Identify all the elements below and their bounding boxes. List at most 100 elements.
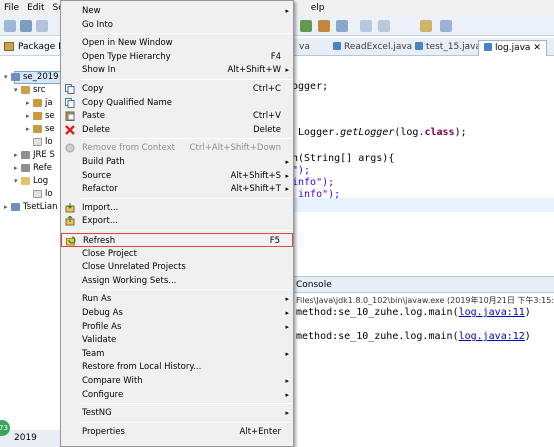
collapsed-arrow-icon[interactable]: ▸ <box>14 151 21 159</box>
menu-item-refactor[interactable]: Refactor Alt+Shift+T ▸ <box>61 182 293 196</box>
close-icon[interactable]: ✕ <box>533 43 541 53</box>
menu-item-close-project[interactable]: Close Project <box>61 247 293 261</box>
menu-item-label: Import... <box>82 202 119 213</box>
menu-item-debug-as[interactable]: Debug As ▸ <box>61 306 293 320</box>
menu-item-copy[interactable]: Copy Ctrl+C <box>61 82 293 96</box>
tree-item-src[interactable]: ▾ src <box>14 85 45 95</box>
menu-item-label: Export... <box>82 216 118 227</box>
menu-file[interactable]: File <box>0 3 23 13</box>
menu-edit[interactable]: Edit <box>23 3 48 13</box>
folder-icon <box>21 176 30 185</box>
menu-item-go-into[interactable]: Go Into <box>61 18 293 32</box>
menu-item-label: Go Into <box>82 19 113 30</box>
editor-tab-active[interactable]: log.java ✕ <box>478 40 547 56</box>
submenu-arrow-icon: ▸ <box>285 409 289 418</box>
menu-separator <box>81 138 291 140</box>
collapsed-arrow-icon[interactable]: ▸ <box>26 99 33 107</box>
menu-item-open-in-new-window[interactable]: Open in New Window <box>61 36 293 50</box>
menu-item-configure[interactable]: Configure ▸ <box>61 388 293 402</box>
menu-help[interactable]: elp <box>307 3 329 13</box>
menu-item-testng[interactable]: TestNG ▸ <box>61 406 293 420</box>
code-line: Logger.getLogger(log.class); <box>292 127 467 138</box>
tree-item-project[interactable]: ▾ se_2019 <box>4 72 59 82</box>
code-line: "); <box>292 165 311 176</box>
menu-item-shortcut: Ctrl+Alt+Shift+Down <box>189 143 281 154</box>
save-all-icon[interactable] <box>36 20 48 32</box>
run-icon[interactable] <box>300 20 312 32</box>
current-line-highlight <box>292 198 554 212</box>
tree-item-package[interactable]: ▸ se <box>26 124 55 134</box>
menu-item-open-type-hierarchy[interactable]: Open Type Hierarchy F4 <box>61 50 293 64</box>
menu-item-team[interactable]: Team ▸ <box>61 347 293 361</box>
perspective-icon[interactable] <box>420 20 432 32</box>
menu-item-delete[interactable]: Delete Delete <box>61 123 293 137</box>
new-icon[interactable] <box>4 20 16 32</box>
collapsed-arrow-icon[interactable]: ▸ <box>14 164 21 172</box>
menu-item-shortcut: Ctrl+V <box>252 111 281 122</box>
console-link[interactable]: log.java:12 <box>459 331 525 342</box>
menu-item-label: Source <box>82 170 112 181</box>
expanded-arrow-icon[interactable]: ▾ <box>14 86 21 94</box>
tree-item-file[interactable]: lo <box>26 137 53 147</box>
menu-item-label: Refactor <box>82 184 118 195</box>
search-icon[interactable] <box>336 20 348 32</box>
menu-item-import[interactable]: Import... <box>61 201 293 215</box>
menu-item-export[interactable]: Export... <box>61 214 293 228</box>
submenu-arrow-icon: ▸ <box>285 158 289 166</box>
tree-item-file[interactable]: lo <box>26 189 53 199</box>
editor-tab[interactable]: ReadExcel.java <box>328 40 417 56</box>
debug-icon[interactable] <box>318 20 330 32</box>
tree-item-project[interactable]: ▸ TsetLian <box>4 202 57 212</box>
menu-item-run-as[interactable]: Run As ▸ <box>61 292 293 306</box>
package-explorer-tab[interactable]: Package E... <box>0 38 72 56</box>
delete-icon <box>65 124 75 135</box>
expanded-arrow-icon[interactable]: ▾ <box>14 177 21 185</box>
tree-item-references[interactable]: ▸ Refe <box>14 163 52 173</box>
collapsed-arrow-icon[interactable]: ▸ <box>4 203 11 211</box>
menu-item-label: Copy <box>82 84 104 94</box>
expanded-arrow-icon[interactable]: ▾ <box>4 73 11 81</box>
menu-item-compare-with[interactable]: Compare With ▸ <box>61 374 293 388</box>
console-output[interactable]: Files\Java\jdk1.8.0_102\bin\javaw.exe (2… <box>292 293 554 443</box>
menu-item-label: Build Path <box>82 157 125 167</box>
tab-console[interactable]: Console <box>296 280 332 290</box>
code-editor[interactable]: ogger; Logger.getLogger(log.class); n(St… <box>292 57 554 272</box>
menu-item-new[interactable]: New ▸ <box>61 4 293 18</box>
console-link[interactable]: log.java:11 <box>459 307 525 318</box>
tree-item-log[interactable]: ▾ Log <box>14 176 48 186</box>
menu-item-show-in[interactable]: Show In Alt+Shift+W ▸ <box>61 63 293 77</box>
java-perspective-icon[interactable] <box>440 20 452 32</box>
refresh-icon <box>66 236 76 246</box>
menu-item-label: Run As <box>82 294 112 305</box>
editor-tab[interactable]: test_15.java <box>410 40 486 56</box>
status-bar: 2019 <box>0 430 62 447</box>
menu-item-label: Close Project <box>82 248 137 259</box>
menu-item-copy-qualified-name[interactable]: Copy Qualified Name <box>61 96 293 110</box>
collapsed-arrow-icon[interactable]: ▸ <box>26 125 33 133</box>
menu-item-properties[interactable]: Properties Alt+Enter <box>61 425 293 439</box>
editor-tab[interactable]: va <box>294 40 315 56</box>
collapsed-arrow-icon[interactable]: ▸ <box>26 112 33 120</box>
console-process-path: Files\Java\jdk1.8.0_102\bin\javaw.exe (2… <box>296 296 554 305</box>
navigate-forward-icon[interactable] <box>378 20 390 32</box>
menu-item-paste[interactable]: Paste Ctrl+V <box>61 109 293 123</box>
menu-item-assign-working-sets[interactable]: Assign Working Sets... <box>61 274 293 288</box>
menu-item-restore-from-local-history[interactable]: Restore from Local History... <box>61 360 293 374</box>
menu-item-build-path[interactable]: Build Path ▸ <box>61 155 293 169</box>
tree-item-package[interactable]: ▸ se <box>26 111 55 121</box>
console-line: method:se_10_zuhe.log.main(log.java:11) <box>296 307 531 318</box>
source-folder-icon <box>21 85 30 94</box>
menu-item-close-unrelated-projects[interactable]: Close Unrelated Projects <box>61 260 293 274</box>
menu-item-label: Profile As <box>82 321 122 332</box>
menu-item-validate[interactable]: Validate <box>61 333 293 347</box>
submenu-arrow-icon: ▸ <box>285 390 289 399</box>
tree-item-package[interactable]: ▸ ja <box>26 98 53 108</box>
tree-item-jre[interactable]: ▸ JRE S <box>14 150 55 160</box>
menu-item-profile-as[interactable]: Profile As ▸ <box>61 320 293 334</box>
navigate-back-icon[interactable] <box>360 20 372 32</box>
menu-item-source[interactable]: Source Alt+Shift+S ▸ <box>61 169 293 183</box>
menu-item-refresh[interactable]: Refresh F5 <box>61 233 293 247</box>
save-icon[interactable] <box>20 20 32 32</box>
menu-item-label: Copy Qualified Name <box>82 97 173 108</box>
menu-item-label: Debug As <box>82 308 123 318</box>
